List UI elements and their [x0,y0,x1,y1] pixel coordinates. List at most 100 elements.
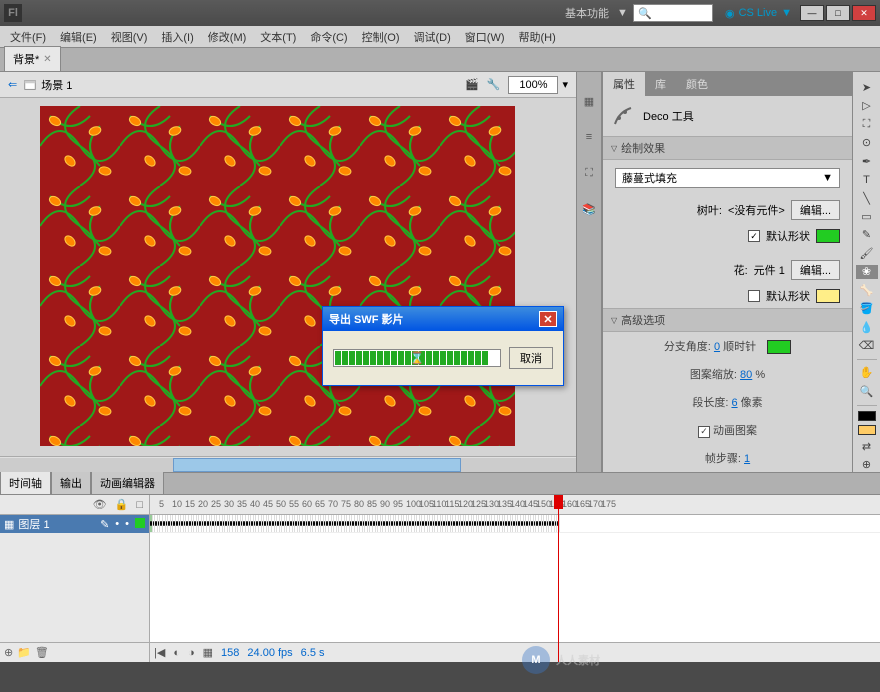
zoom-tool-icon[interactable]: 🔍 [856,384,878,398]
brush-tool-icon[interactable]: 🖌 [856,246,878,260]
time-display: 6.5 s [301,647,325,659]
frame-row[interactable] [150,515,880,533]
leaf-color-swatch[interactable] [816,229,840,243]
pen-tool-icon[interactable]: ✒ [856,154,878,168]
seg-length-value[interactable]: 6 [731,397,737,409]
menu-edit[interactable]: 编辑(E) [54,27,103,47]
tab-library[interactable]: 库 [645,72,676,96]
tab-properties[interactable]: 属性 [603,72,645,96]
edit-symbol-icon[interactable]: 🔧 [487,78,501,91]
frames-column[interactable]: 5101520253035404550556065707580859095100… [150,495,880,662]
flower-color-swatch[interactable] [816,289,840,303]
pencil-tool-icon[interactable]: ✎ [856,228,878,242]
scene-name[interactable]: 场景 1 [41,77,72,93]
canvas[interactable] [40,106,515,446]
new-layer-icon[interactable]: ⊕ [4,646,13,659]
frame-ruler[interactable]: 5101520253035404550556065707580859095100… [150,495,880,515]
dialog-titlebar[interactable]: 导出 SWF 影片 ✕ [323,307,563,331]
minimize-button[interactable]: — [800,5,824,21]
menu-text[interactable]: 文本(T) [254,27,302,47]
tab-motion-editor[interactable]: 动画编辑器 [91,471,164,494]
cslive-button[interactable]: ◉ CS Live ▼ [725,7,792,20]
menu-bar: 文件(F) 编辑(E) 视图(V) 插入(I) 修改(M) 文本(T) 命令(C… [0,26,880,48]
deco-tool-icon[interactable]: ❀ [856,265,878,279]
workspace-selector[interactable]: 基本功能 [565,5,609,21]
free-transform-tool-icon[interactable]: ⛶ [856,117,878,131]
onion-skin-outline-icon[interactable]: ◑ [188,647,195,659]
menu-control[interactable]: 控制(O) [356,27,406,47]
align-panel-icon[interactable]: ▦ [580,92,598,110]
pattern-scale-value[interactable]: 80 [740,369,752,381]
pattern-scale-label: 图案缩放: [690,369,737,381]
default-shape-label: 默认形状 [766,288,810,304]
section-advanced[interactable]: ▽高级选项 [603,308,852,332]
animate-checkbox[interactable]: ✓ [698,426,710,438]
zoom-input[interactable] [508,76,558,94]
eraser-tool-icon[interactable]: ⌫ [856,339,878,353]
bone-tool-icon[interactable]: 🦴 [856,283,878,297]
hand-tool-icon[interactable]: ✋ [856,366,878,380]
tab-timeline[interactable]: 时间轴 [0,471,51,494]
flower-edit-button[interactable]: 编辑... [791,260,840,280]
leaf-default-checkbox[interactable]: ✓ [748,230,760,242]
library-panel-icon[interactable]: 📚 [580,200,598,218]
playhead[interactable] [558,495,559,662]
chevron-down-icon[interactable]: ▼ [617,7,629,19]
tab-color[interactable]: 颜色 [676,72,718,96]
rewind-icon[interactable]: |◀ [154,646,165,659]
line-tool-icon[interactable]: ╲ [856,191,878,205]
lock-icon[interactable]: 🔒 [115,498,129,511]
document-tab[interactable]: 背景* ✕ [4,46,61,71]
text-tool-icon[interactable]: T [856,172,878,186]
layer-row[interactable]: ▦ 图层 1 ✎•• [0,515,149,533]
frame-step-value[interactable]: 1 [744,453,750,465]
chevron-down-icon[interactable]: ▾ [562,78,568,91]
close-button[interactable]: ✕ [852,5,876,21]
edit-scene-icon[interactable]: 🎬 [465,78,479,91]
menu-file[interactable]: 文件(F) [4,27,52,47]
swap-colors-icon[interactable]: ⇄ [856,439,878,453]
branch-angle-value[interactable]: 0 [714,341,720,353]
flower-default-checkbox[interactable] [748,290,760,302]
transform-panel-icon[interactable]: ⛶ [580,164,598,182]
menu-view[interactable]: 视图(V) [105,27,154,47]
menu-help[interactable]: 帮助(H) [513,27,562,47]
layer-name[interactable]: 图层 1 [18,516,49,532]
eyedropper-tool-icon[interactable]: 💧 [856,320,878,334]
branch-color-swatch[interactable] [767,340,791,354]
dialog-close-button[interactable]: ✕ [539,311,557,327]
back-icon[interactable]: ⇐ [8,78,17,91]
subselection-tool-icon[interactable]: ▷ [856,98,878,112]
cancel-button[interactable]: 取消 [509,347,553,369]
seg-length-label: 段长度: [692,397,728,409]
menu-insert[interactable]: 插入(I) [155,27,199,47]
visibility-icon[interactable]: 👁 [93,498,107,511]
fill-type-dropdown[interactable]: 藤蔓式填充▼ [615,168,840,188]
stage-viewport[interactable] [0,98,576,456]
outline-icon[interactable]: □ [136,499,143,511]
edit-multiple-icon[interactable]: ▦ [203,646,213,659]
scrollbar-thumb[interactable] [173,458,461,472]
paint-bucket-tool-icon[interactable]: 🪣 [856,302,878,316]
menu-window[interactable]: 窗口(W) [459,27,511,47]
tab-output[interactable]: 输出 [51,471,91,494]
lasso-tool-icon[interactable]: ⊙ [856,135,878,149]
menu-debug[interactable]: 调试(D) [408,27,457,47]
delete-layer-icon[interactable]: 🗑 [35,646,49,659]
selection-tool-icon[interactable]: ➤ [856,80,878,94]
close-icon[interactable]: ✕ [43,54,51,65]
menu-modify[interactable]: 修改(M) [202,27,253,47]
onion-skin-icon[interactable]: ◐ [173,647,180,659]
stroke-color-swatch[interactable] [858,411,876,421]
fill-color-swatch[interactable] [858,425,876,435]
leaf-edit-button[interactable]: 编辑... [791,200,840,220]
horizontal-scrollbar[interactable] [0,456,576,472]
info-panel-icon[interactable]: ≡ [580,128,598,146]
snap-icon[interactable]: ⊕ [856,458,878,472]
maximize-button[interactable]: □ [826,5,850,21]
search-input[interactable]: 🔍 [633,4,713,22]
menu-commands[interactable]: 命令(C) [304,27,353,47]
rectangle-tool-icon[interactable]: ▭ [856,209,878,223]
section-draw-effect[interactable]: ▽绘制效果 [603,136,852,160]
new-folder-icon[interactable]: 📁 [17,646,31,659]
